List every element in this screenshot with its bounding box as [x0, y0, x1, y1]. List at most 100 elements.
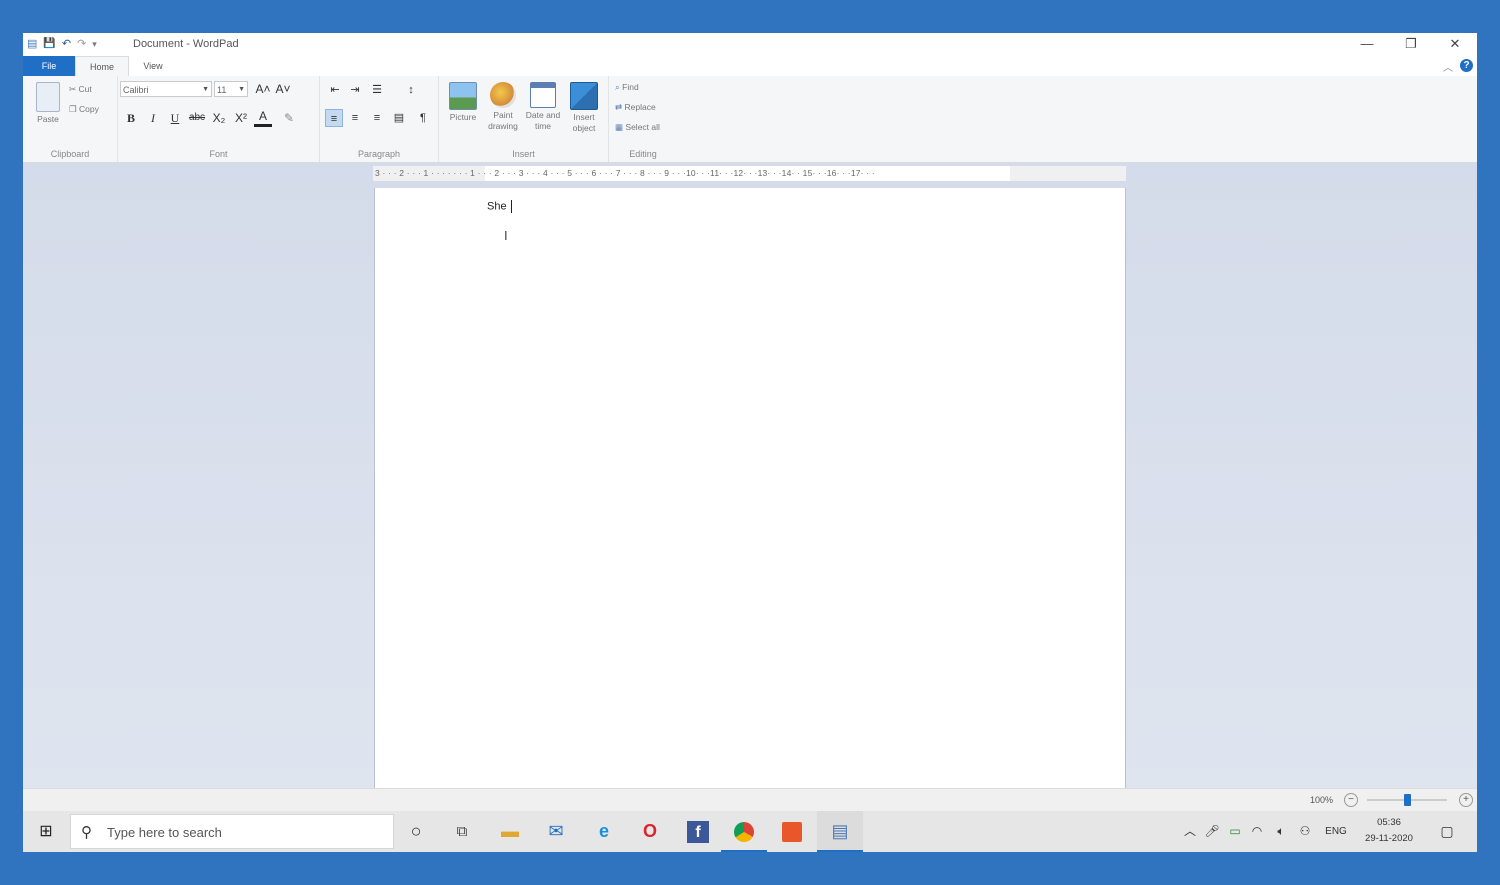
notification-center-icon[interactable]: ▢ — [1433, 811, 1461, 852]
insert-object-button[interactable]: Insert object — [565, 82, 603, 134]
show-hidden-icons-icon[interactable]: ︿ — [1181, 811, 1199, 852]
text-caret — [510, 200, 512, 213]
scissors-icon: ✂ — [69, 84, 77, 94]
copy-button[interactable]: ❐ Copy — [69, 104, 99, 115]
wifi-icon[interactable]: ◠ — [1247, 811, 1267, 852]
document-workspace: 3 · · · 2 · · · 1 · · · · · · · 1 · · · … — [23, 163, 1477, 788]
zoom-in-button[interactable]: + — [1459, 793, 1473, 807]
redo-icon[interactable]: ↷ — [77, 37, 86, 51]
screen-recorder-icon[interactable] — [769, 811, 815, 852]
zoom-slider-thumb[interactable] — [1403, 794, 1411, 806]
edge-browser-icon[interactable]: e — [581, 811, 627, 852]
highlight-button[interactable]: ✎ — [280, 109, 298, 127]
align-left-icon[interactable]: ≡ — [325, 109, 343, 127]
document-page[interactable]: She I — [374, 188, 1126, 788]
text-color-button[interactable]: A — [254, 109, 272, 127]
file-explorer-icon[interactable]: ▬ — [487, 811, 533, 852]
italic-button[interactable]: I — [144, 109, 162, 127]
clipboard-group: Paste ✂ Cut ❐ Copy Clipboard — [23, 76, 118, 162]
paragraph-group: ⇤ ⇥ ☰ ↕ ≡ ≡ ≡ ▤ ¶ Paragraph — [320, 76, 439, 162]
microphone-icon[interactable]: 🎤︎ — [1203, 811, 1221, 852]
line-spacing-icon[interactable]: ↕ — [402, 81, 420, 99]
quick-access-toolbar: ▤ 💾 ↶ ↷ ▾ — [27, 37, 97, 51]
language-indicator[interactable]: ENG — [1321, 811, 1351, 852]
object-label-2: object — [572, 123, 596, 133]
close-button[interactable]: ✕ — [1433, 33, 1477, 56]
window-title: Document - WordPad — [133, 38, 239, 50]
underline-button[interactable]: U — [166, 109, 184, 127]
ruler[interactable]: 3 · · · 2 · · · 1 · · · · · · · 1 · · · … — [373, 166, 1126, 181]
editing-group-label: Editing — [629, 149, 657, 159]
customize-toolbar-icon[interactable]: ▾ — [92, 37, 97, 51]
help-icon[interactable]: ? — [1460, 59, 1473, 72]
wordpad-taskbar-icon[interactable]: ▤ — [817, 811, 863, 852]
paragraph-group-label: Paragraph — [357, 149, 401, 159]
facebook-icon[interactable]: f — [675, 811, 721, 852]
align-center-icon[interactable]: ≡ — [346, 109, 364, 127]
paste-label: Paste — [37, 114, 59, 124]
copy-label: Copy — [79, 104, 99, 114]
collapse-ribbon-icon[interactable]: ︿ — [1443, 59, 1453, 74]
insert-group: Picture Paint drawing Date and time Inse… — [439, 76, 609, 162]
ribbon: Paste ✂ Cut ❐ Copy Clipboard Calibri ▼ 1… — [23, 76, 1477, 163]
undo-icon[interactable]: ↶ — [62, 37, 71, 51]
window-controls: — ❐ ✕ — [1345, 33, 1477, 56]
ruler-marks: 3 · · · 2 · · · 1 · · · · · · · 1 · · · … — [375, 168, 875, 178]
editing-group: ⌕ Find ⇄ Replace ▦ Select all Editing — [609, 76, 677, 162]
tab-view[interactable]: View — [133, 56, 173, 76]
shrink-font-button[interactable]: A˅ — [274, 80, 292, 98]
windows-start-icon[interactable]: ⊞ — [23, 811, 69, 852]
clock-date: 29-11-2020 — [1365, 833, 1413, 844]
bullet-list-icon[interactable]: ☰ — [368, 81, 386, 99]
paint-drawing-button[interactable]: Paint drawing — [483, 82, 523, 132]
strikethrough-button[interactable]: abc — [188, 109, 206, 127]
font-size-select[interactable]: 11 ▼ — [214, 81, 248, 97]
select-all-button[interactable]: ▦ Select all — [615, 122, 660, 133]
increase-indent-icon[interactable]: ⇥ — [346, 81, 364, 99]
zoom-out-button[interactable]: − — [1344, 793, 1358, 807]
taskbar-search-box[interactable]: ⚲ Type here to search — [70, 814, 394, 849]
calendar-clock-icon — [530, 82, 556, 108]
date-time-button[interactable]: Date and time — [523, 82, 563, 132]
network-icon[interactable]: ⚇ — [1295, 811, 1315, 852]
paint-label-2: drawing — [488, 121, 518, 131]
font-family-value: Calibri — [123, 85, 149, 95]
restore-button[interactable]: ❐ — [1389, 33, 1433, 56]
volume-icon[interactable]: 🔈︎ — [1271, 811, 1291, 852]
font-family-select[interactable]: Calibri ▼ — [120, 81, 212, 97]
wordpad-app-icon[interactable]: ▤ — [27, 37, 37, 51]
cut-button[interactable]: ✂ Cut — [69, 84, 92, 95]
zoom-slider[interactable] — [1367, 794, 1447, 806]
minimize-button[interactable]: — — [1345, 33, 1389, 56]
save-icon[interactable]: 💾 — [43, 37, 55, 51]
object-icon — [570, 82, 598, 110]
tab-home[interactable]: Home — [75, 56, 129, 76]
superscript-button[interactable]: X² — [232, 109, 250, 127]
cortana-icon[interactable]: ○ — [393, 811, 439, 852]
subscript-button[interactable]: X₂ — [210, 109, 228, 127]
paste-button[interactable]: Paste — [33, 82, 63, 125]
chrome-icon[interactable] — [721, 811, 767, 852]
search-placeholder: Type here to search — [107, 825, 222, 840]
find-button[interactable]: ⌕ Find — [615, 82, 639, 93]
task-view-icon[interactable]: ⧉ — [439, 811, 485, 852]
battery-icon[interactable]: ▭ — [1225, 811, 1245, 852]
chevron-down-icon: ▼ — [202, 86, 209, 93]
bold-button[interactable]: B — [122, 109, 140, 127]
picture-label: Picture — [449, 112, 477, 122]
tab-file[interactable]: File — [23, 56, 75, 76]
replace-button[interactable]: ⇄ Replace — [615, 102, 656, 113]
justify-icon[interactable]: ▤ — [390, 109, 408, 127]
picture-button[interactable]: Picture — [445, 82, 481, 123]
mail-icon[interactable]: ✉ — [533, 811, 579, 852]
document-text-line[interactable]: She — [487, 200, 512, 213]
align-right-icon[interactable]: ≡ — [368, 109, 386, 127]
grow-font-button[interactable]: A˄ — [254, 80, 272, 98]
document-text: She — [487, 200, 507, 213]
paragraph-settings-icon[interactable]: ¶ — [414, 109, 432, 127]
ribbon-tabs: File Home View ︿ ? — [23, 56, 1477, 76]
chevron-down-icon: ▼ — [238, 86, 245, 93]
opera-browser-icon[interactable]: O — [627, 811, 673, 852]
taskbar-clock[interactable]: 05:36 29-11-2020 — [1358, 815, 1420, 847]
decrease-indent-icon[interactable]: ⇤ — [326, 81, 344, 99]
